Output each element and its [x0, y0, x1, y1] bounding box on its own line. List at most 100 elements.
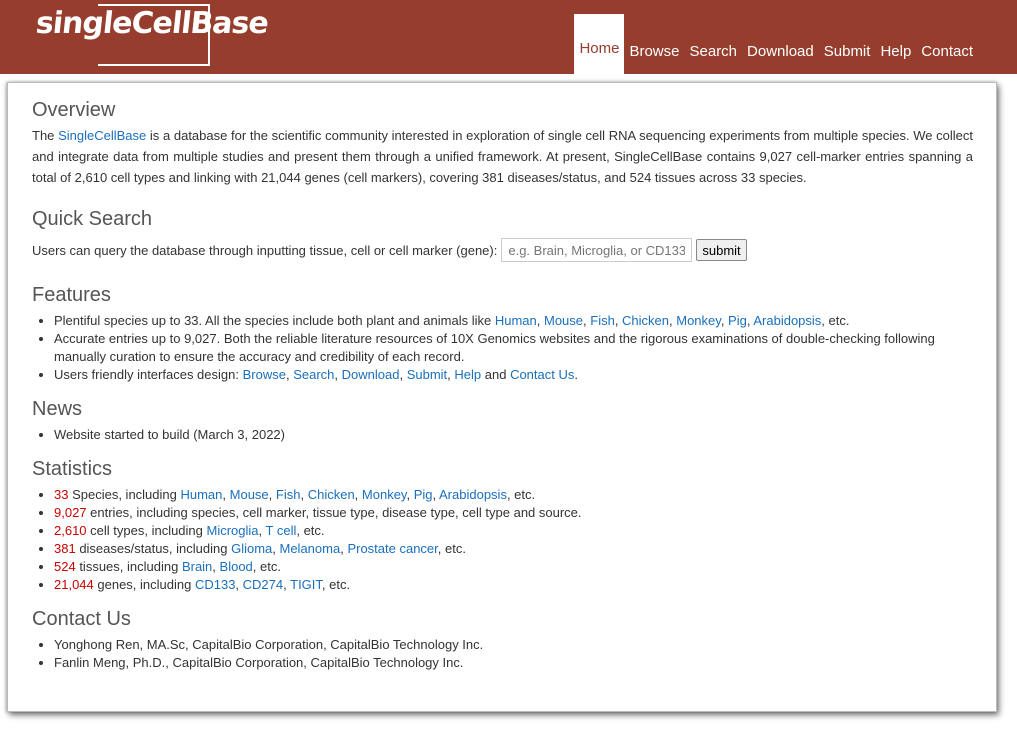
- link-mouse[interactable]: Mouse: [230, 487, 269, 502]
- link-fish[interactable]: Fish: [590, 313, 615, 328]
- link-chicken[interactable]: Chicken: [308, 487, 355, 502]
- contact-list: Yonghong Ren, MA.Sc, CapitalBio Corporat…: [32, 636, 973, 672]
- feature-species-text: Plentiful species up to 33. All the spec…: [54, 313, 495, 328]
- overview-paragraph: The SingleCellBase is a database for the…: [32, 125, 973, 188]
- link-human[interactable]: Human: [495, 313, 537, 328]
- link-arabidopsis[interactable]: Arabidopsis: [753, 313, 821, 328]
- stat-tissues: 524 tissues, including Brain, Blood, etc…: [54, 558, 973, 576]
- feature-species: Plentiful species up to 33. All the spec…: [54, 312, 973, 330]
- stat-entries-count: 9,027: [54, 505, 87, 520]
- news-heading: News: [32, 398, 83, 420]
- stat-species-text: Species, including: [68, 487, 181, 502]
- quick-search-input[interactable]: [501, 238, 693, 262]
- link-brain[interactable]: Brain: [182, 559, 212, 574]
- stat-genes-links: CD133, CD274, TIGIT: [194, 577, 322, 592]
- link-blood[interactable]: Blood: [220, 559, 253, 574]
- overview-text: is a database for the scientific communi…: [32, 128, 974, 185]
- link-help[interactable]: Help: [454, 367, 481, 382]
- quick-search-row: Users can query the database through inp…: [32, 238, 973, 262]
- nav-contact[interactable]: Contact: [916, 43, 978, 74]
- nav-browse[interactable]: Browse: [624, 43, 684, 74]
- statistics-heading: Statistics: [32, 458, 113, 480]
- link-fish[interactable]: Fish: [276, 487, 301, 502]
- link-pig[interactable]: Pig: [728, 313, 747, 328]
- nav-download[interactable]: Download: [742, 43, 819, 74]
- nav-submit[interactable]: Submit: [819, 43, 876, 74]
- quick-search-heading: Quick Search: [32, 208, 153, 230]
- stat-genes-count: 21,044: [54, 577, 94, 592]
- main-content: Overview The SingleCellBase is a databas…: [32, 97, 973, 672]
- stat-species-links: Human, Mouse, Fish, Chicken, Monkey, Pig…: [180, 487, 507, 502]
- stat-etc: , etc.: [437, 541, 466, 556]
- link-chicken[interactable]: Chicken: [622, 313, 669, 328]
- feature-interfaces-text: Users friendly interfaces design:: [54, 367, 243, 382]
- feature-interfaces-and: and: [481, 367, 511, 382]
- main-panel: Overview The SingleCellBase is a databas…: [7, 82, 997, 712]
- stat-diseases-text: diseases/status, including: [75, 541, 232, 556]
- statistics-list: 33 Species, including Human, Mouse, Fish…: [32, 486, 973, 594]
- contact-item: Fanlin Meng, Ph.D., CapitalBio Corporati…: [54, 654, 973, 672]
- link-search[interactable]: Search: [293, 367, 334, 382]
- link-download[interactable]: Download: [342, 367, 400, 382]
- link-prostate-cancer[interactable]: Prostate cancer: [347, 541, 437, 556]
- link-cd133[interactable]: CD133: [195, 577, 235, 592]
- stat-cell-types-text: cell types, including: [86, 523, 207, 538]
- contact-item: Yonghong Ren, MA.Sc, CapitalBio Corporat…: [54, 636, 973, 654]
- stat-etc: , etc.: [296, 523, 325, 538]
- nav-home[interactable]: Home: [574, 14, 625, 74]
- link-contact-us[interactable]: Contact Us: [510, 367, 574, 382]
- stat-cell-types: 2,610 cell types, including Microglia, T…: [54, 522, 973, 540]
- link-human[interactable]: Human: [180, 487, 222, 502]
- link-cd274[interactable]: CD274: [243, 577, 283, 592]
- news-list: Website started to build (March 3, 2022): [32, 426, 973, 444]
- stat-species-count: 33: [54, 487, 69, 502]
- link-pig[interactable]: Pig: [414, 487, 433, 502]
- stat-tissues-text: tissues, including: [75, 559, 182, 574]
- news-item: Website started to build (March 3, 2022): [54, 426, 973, 444]
- stat-tissues-links: Brain, Blood: [181, 559, 253, 574]
- link-arabidopsis[interactable]: Arabidopsis: [439, 487, 507, 502]
- stat-etc: , etc.: [321, 577, 351, 592]
- stat-entries-text: entries, including species, cell marker,…: [86, 505, 582, 520]
- link-submit[interactable]: Submit: [407, 367, 447, 382]
- stat-diseases: 381 diseases/status, including Glioma, M…: [54, 540, 973, 558]
- stat-genes: 21,044 genes, including CD133, CD274, TI…: [54, 576, 973, 594]
- contact-heading: Contact Us: [32, 608, 131, 630]
- feature-entries: Accurate entries up to 9,027. Both the r…: [54, 330, 973, 366]
- singlecellbase-link[interactable]: SingleCellBase: [58, 128, 146, 143]
- feature-species-tail: , etc.: [821, 313, 850, 328]
- site-header: singleCellBase Home Browse Search Downlo…: [0, 0, 1017, 74]
- link-monkey[interactable]: Monkey: [676, 313, 721, 328]
- stat-entries: 9,027 entries, including species, cell m…: [54, 504, 973, 522]
- link-melanoma[interactable]: Melanoma: [280, 541, 341, 556]
- features-heading: Features: [32, 284, 111, 306]
- link-mouse[interactable]: Mouse: [544, 313, 583, 328]
- link-t-cell[interactable]: T cell: [266, 523, 297, 538]
- overview-heading: Overview: [32, 99, 116, 121]
- feature-species-links: Human, Mouse, Fish, Chicken, Monkey, Pig…: [494, 313, 822, 328]
- link-browse[interactable]: Browse: [243, 367, 286, 382]
- overview-pre: The: [32, 128, 59, 143]
- stat-species: 33 Species, including Human, Mouse, Fish…: [54, 486, 973, 504]
- quick-search-submit-button[interactable]: submit: [696, 239, 747, 261]
- stat-etc: , etc.: [506, 487, 536, 502]
- link-tigit[interactable]: TIGIT: [290, 577, 322, 592]
- stat-diseases-links: Glioma, Melanoma, Prostate cancer: [231, 541, 438, 556]
- link-monkey[interactable]: Monkey: [362, 487, 407, 502]
- stat-diseases-count: 381: [54, 541, 76, 556]
- stat-tissues-count: 524: [54, 559, 76, 574]
- nav-search[interactable]: Search: [685, 43, 743, 74]
- link-microglia[interactable]: Microglia: [207, 523, 259, 538]
- features-list: Plentiful species up to 33. All the spec…: [32, 312, 973, 384]
- site-logo[interactable]: singleCellBase: [34, 6, 270, 41]
- stat-cell-types-links: Microglia, T cell: [206, 523, 297, 538]
- main-nav: Home Browse Search Download Submit Help …: [574, 0, 978, 74]
- link-glioma[interactable]: Glioma: [231, 541, 272, 556]
- feature-interfaces: Users friendly interfaces design: Browse…: [54, 366, 973, 384]
- nav-help[interactable]: Help: [875, 43, 916, 74]
- stat-genes-text: genes, including: [93, 577, 195, 592]
- feature-interfaces-links: Browse, Search, Download, Submit, Help: [242, 367, 482, 382]
- stat-etc: , etc.: [252, 559, 281, 574]
- stat-cell-types-count: 2,610: [54, 523, 87, 538]
- feature-interfaces-tail: .: [574, 367, 578, 382]
